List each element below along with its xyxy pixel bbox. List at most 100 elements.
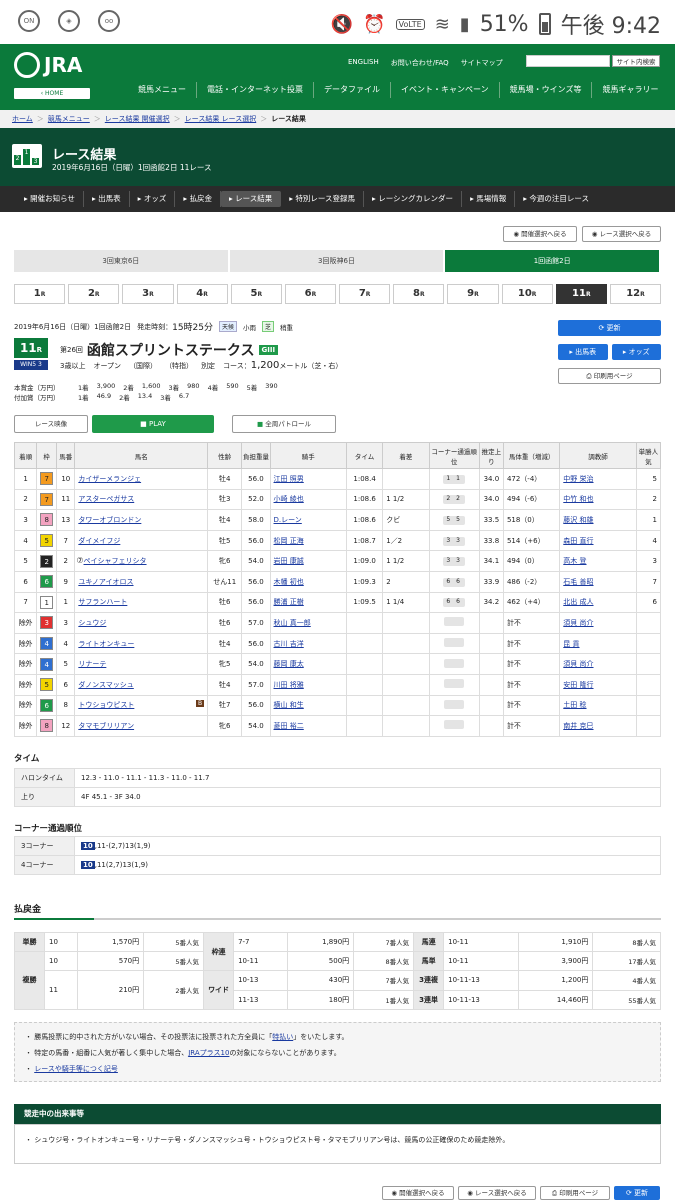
trainer-link[interactable]: 森田 直行 [563,537,593,545]
race-card-button[interactable]: ▸ 出馬表 [558,344,608,360]
menu-vote[interactable]: 電話・インターネット投票 [197,82,314,98]
menu-racecourse[interactable]: 競馬場・ウインズ等 [500,82,593,98]
race-tab-9[interactable]: 9R [447,284,499,304]
race-tab-2[interactable]: 2R [68,284,120,304]
symbols-link[interactable]: レースや騎手等につく記号 [34,1065,118,1073]
jra-logo[interactable]: JRA [14,52,82,78]
jockey-link[interactable]: 松岡 正海 [274,537,304,545]
race-tab-12[interactable]: 12R [609,284,662,304]
race-tab-7[interactable]: 7R [339,284,391,304]
back-to-race-button[interactable]: ◉ レース選択へ戻る [582,226,661,242]
horse-link[interactable]: ユキノアイオロス [78,578,133,586]
jockey-link[interactable]: 岩田 康誠 [274,557,304,565]
horse-link[interactable]: トウショウピスト [78,701,134,709]
site-search-input[interactable] [526,55,610,67]
jockey-link[interactable]: 秋山 真一郎 [274,619,311,627]
trainer-link[interactable]: 高木 登 [563,557,586,565]
race-tab-5[interactable]: 5R [230,284,282,304]
horse-link[interactable]: ペイシャフェリシタ [84,557,147,565]
horse-link[interactable]: カイザーメランジェ [78,475,141,483]
venue-tab-hakodate[interactable]: 1回函館2日 [445,250,662,272]
horse-link[interactable]: ダイメイフジ [78,537,120,545]
faq-link[interactable]: お問い合わせ/FAQ [391,58,449,68]
trainer-link[interactable]: 北出 成人 [563,598,593,606]
trainer-link[interactable]: 須貝 尚介 [563,619,593,627]
payout-pop: 2番人気 [143,970,205,1010]
race-tab-8[interactable]: 8R [393,284,445,304]
subnav-calendar[interactable]: ▸ レーシングカレンダー [364,191,463,207]
jra-plus10-link[interactable]: JRAプラス10 [188,1049,229,1057]
horse-link[interactable]: リナーテ [78,660,106,668]
race-tab-4[interactable]: 4R [176,284,228,304]
horse-link[interactable]: サフランハート [78,598,127,606]
jockey-link[interactable]: 勝浦 正樹 [274,598,304,606]
menu-datafile[interactable]: データファイル [314,82,391,98]
bottom-back-meeting-button[interactable]: ◉ 開催選択へ戻る [382,1186,454,1200]
jockey-link[interactable]: 横山 和生 [274,701,304,709]
subnav-odds[interactable]: ▸ オッズ [130,191,176,207]
update-button[interactable]: ⟳ 更新 [558,320,661,336]
print-button[interactable]: ⎙ 印刷用ページ [558,368,661,384]
menu-gallery[interactable]: 競馬ギャラリー [592,82,668,98]
bottom-back-race-button[interactable]: ◉ レース選択へ戻る [458,1186,536,1200]
jockey-link[interactable]: D.レーン [274,516,302,524]
trainer-link[interactable]: 土田 稔 [563,701,586,709]
cell-sex: 牡6 [207,612,243,634]
jockey-link[interactable]: 小崎 綾也 [274,495,304,503]
cell-pop: 7 [635,570,662,593]
trainer-link[interactable]: 中野 栄治 [563,475,593,483]
venue-tabs: 3回東京6日 3回阪神6日 1回函館2日 [14,250,662,272]
horse-link[interactable]: アスターペガサス [78,495,134,503]
bottom-update-button[interactable]: ⟳ 更新 [614,1186,660,1200]
race-tab-1[interactable]: 1R [14,284,66,304]
subnav-payout[interactable]: ▸ 払戻金 [175,191,221,207]
home-button[interactable]: ‹ HOME [14,88,90,99]
odds-button[interactable]: ▸ オッズ [611,344,661,360]
subnav-notice[interactable]: ▸ 開催お知らせ [16,191,85,207]
sitemap-link[interactable]: サイトマップ [461,58,503,68]
jockey-link[interactable]: 古川 吉洋 [274,640,304,648]
venue-tab-tokyo[interactable]: 3回東京6日 [14,250,230,272]
site-search-button[interactable]: サイト内検索 [612,55,660,67]
jockey-link[interactable]: 木幡 初也 [274,578,304,586]
trainer-link[interactable]: 中竹 和也 [563,495,593,503]
patrol-button[interactable]: ■ 全周パトロール [232,415,336,433]
jockey-link[interactable]: 藤岡 康太 [274,660,304,668]
menu-keiba[interactable]: 競馬メニュー [128,82,197,98]
breadcrumb-meeting[interactable]: レース結果 開催選択 [105,110,170,128]
subnav-featured[interactable]: ▸ 今週の注目レース [515,191,597,207]
race-tab-11[interactable]: 11R [555,284,607,304]
trainer-link[interactable]: 昆 貢 [563,640,579,648]
bottom-print-button[interactable]: ⎙ 印刷用ページ [540,1186,610,1200]
race-tab-3[interactable]: 3R [122,284,174,304]
jockey-link[interactable]: 菱田 裕二 [274,722,304,730]
cell-last [478,694,504,717]
play-button[interactable]: ■ PLAY [92,415,214,433]
horse-link[interactable]: シュウジ [78,619,106,627]
race-tab-10[interactable]: 10R [501,284,553,304]
breadcrumb-home[interactable]: ホーム [12,110,33,128]
horse-link[interactable]: ライトオンキュー [78,640,134,648]
back-to-meeting-button[interactable]: ◉ 開催選択へ戻る [503,226,577,242]
venue-tab-hanshin[interactable]: 3回阪神6日 [229,250,446,272]
jockey-link[interactable]: 川田 将雅 [274,681,304,689]
subnav-result[interactable]: ▸ レース結果 [220,191,282,207]
trainer-link[interactable]: 石毛 善昭 [563,578,593,586]
subnav-special[interactable]: ▸ 特別レース登録馬 [281,191,365,207]
breadcrumb-menu[interactable]: 競馬メニュー [48,110,90,128]
horse-link[interactable]: タマモブリリアン [78,722,134,730]
trainer-link[interactable]: 須貝 尚介 [563,660,593,668]
trainer-link[interactable]: 南井 克巳 [563,722,593,730]
horse-link[interactable]: タワーオブロンドン [78,516,141,524]
jockey-link[interactable]: 江田 照男 [274,475,304,483]
trainer-link[interactable]: 安田 隆行 [563,681,593,689]
english-link[interactable]: ENGLISH [348,58,379,68]
race-tab-6[interactable]: 6R [284,284,337,304]
menu-event[interactable]: イベント・キャンペーン [391,82,500,98]
horse-link[interactable]: ダノンスマッシュ [78,681,133,689]
subnav-card[interactable]: ▸ 出馬表 [84,191,130,207]
subnav-track[interactable]: ▸ 馬場情報 [462,191,516,207]
special-payout-link[interactable]: 特払い [272,1033,293,1041]
breadcrumb-race[interactable]: レース結果 レース選択 [185,110,257,128]
trainer-link[interactable]: 藤沢 和雄 [563,516,593,524]
